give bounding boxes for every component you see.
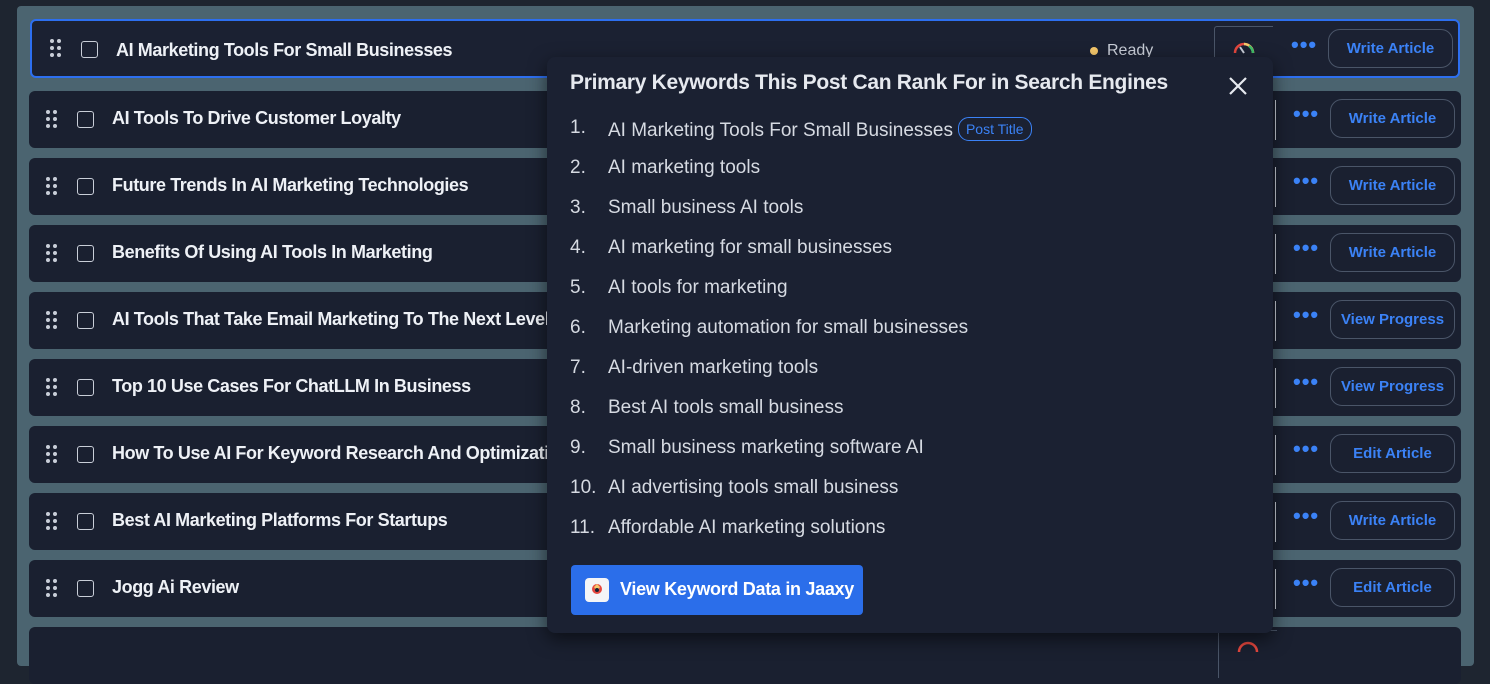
keyword-number: 10. [570,477,597,498]
post-title-badge: Post Title [957,117,1032,141]
more-options-icon[interactable]: ••• [1293,237,1318,261]
keyword-number: 4. [570,237,586,258]
status-dot-icon [1090,46,1098,55]
article-title[interactable]: How To Use AI For Keyword Research And O… [112,443,570,464]
drag-handle-icon[interactable] [50,39,62,59]
article-title[interactable]: Best AI Marketing Platforms For Startups [112,510,448,531]
row-action-button[interactable]: Write Article [1330,233,1455,272]
row-action-button[interactable]: View Progress [1330,367,1455,406]
divider [1275,234,1276,274]
keyword-number: 9. [570,437,586,458]
drag-handle-icon[interactable] [46,110,58,130]
drag-handle-icon[interactable] [46,378,58,398]
row-action-button[interactable]: Edit Article [1330,568,1455,607]
keyword-number: 2. [570,157,586,178]
keyword-text: AI tools for marketing [608,277,788,298]
article-title[interactable]: Jogg Ai Review [112,577,239,598]
more-options-icon[interactable]: ••• [1293,304,1318,328]
row-checkbox[interactable] [77,245,94,262]
divider [1275,100,1276,140]
keywords-popup: Primary Keywords This Post Can Rank For … [547,57,1273,633]
keyword-number: 1. [570,117,586,138]
keyword-text: AI marketing tools [608,157,761,178]
row-checkbox[interactable] [77,111,94,128]
drag-handle-icon[interactable] [46,512,58,532]
keyword-text: Small business marketing software AI [608,437,924,458]
keyword-text: Marketing automation for small businesse… [608,317,969,338]
keyword-number: 3. [570,197,586,218]
row-checkbox[interactable] [77,513,94,530]
row-action-button[interactable]: Write Article [1330,501,1455,540]
keyword-number: 6. [570,317,586,338]
divider [1275,167,1276,207]
drag-handle-icon[interactable] [46,177,58,197]
article-title[interactable]: AI Marketing Tools For Small Businesses [116,40,453,61]
more-options-icon[interactable]: ••• [1291,34,1316,58]
article-title[interactable]: Top 10 Use Cases For ChatLLM In Business [112,376,471,397]
keyword-text: AI Marketing Tools For Small Businesses [608,120,953,141]
more-options-icon[interactable]: ••• [1293,438,1318,462]
row-action-button[interactable]: Write Article [1330,99,1455,138]
keyword-number: 7. [570,357,586,378]
drag-handle-icon[interactable] [46,311,58,331]
more-options-icon[interactable]: ••• [1293,103,1318,127]
keyword-text: Small business AI tools [608,197,804,218]
row-action-button[interactable]: View Progress [1330,300,1455,339]
row-action-button[interactable]: Edit Article [1330,434,1455,473]
jaaxy-logo-icon [585,578,609,602]
row-checkbox[interactable] [77,580,94,597]
more-options-icon[interactable]: ••• [1293,572,1318,596]
seo-gauge-icon [1237,641,1259,652]
divider [1275,368,1276,408]
close-icon[interactable] [1228,76,1248,96]
divider [1275,569,1276,609]
seo-score[interactable] [1218,630,1277,678]
more-options-icon[interactable]: ••• [1293,371,1318,395]
keyword-text: AI marketing for small businesses [608,237,893,258]
row-checkbox[interactable] [77,446,94,463]
keyword-text-wrap: AI Marketing Tools For Small Businesses P… [608,117,1032,142]
divider [1275,502,1276,542]
row-checkbox[interactable] [77,178,94,195]
row-checkbox[interactable] [77,312,94,329]
view-keyword-data-button[interactable]: View Keyword Data in Jaaxy [571,565,863,615]
row-action-button[interactable]: Write Article [1328,29,1453,68]
drag-handle-icon[interactable] [46,579,58,599]
more-options-icon[interactable]: ••• [1293,505,1318,529]
keyword-text: Affordable AI marketing solutions [608,517,886,538]
drag-handle-icon[interactable] [46,445,58,465]
divider [1275,435,1276,475]
drag-handle-icon[interactable] [46,244,58,264]
row-action-button[interactable]: Write Article [1330,166,1455,205]
article-title[interactable]: Future Trends In AI Marketing Technologi… [112,175,469,196]
view-keyword-data-label: View Keyword Data in Jaaxy [620,579,854,599]
popup-title: Primary Keywords This Post Can Rank For … [570,71,1168,94]
keyword-text: AI advertising tools small business [608,477,899,498]
article-title[interactable]: AI Tools That Take Email Marketing To Th… [112,309,550,330]
keyword-number: 8. [570,397,586,418]
article-title[interactable]: AI Tools To Drive Customer Loyalty [112,108,401,129]
divider [1275,301,1276,341]
seo-gauge-icon [1233,42,1255,54]
keyword-number: 11. [570,517,596,538]
more-options-icon[interactable]: ••• [1293,170,1318,194]
row-checkbox[interactable] [81,41,98,58]
article-title[interactable]: Benefits Of Using AI Tools In Marketing [112,242,433,263]
keyword-number: 5. [570,277,586,298]
keyword-text: Best AI tools small business [608,397,844,418]
keyword-text: AI-driven marketing tools [608,357,819,378]
row-checkbox[interactable] [77,379,94,396]
article-row[interactable] [29,627,1461,684]
